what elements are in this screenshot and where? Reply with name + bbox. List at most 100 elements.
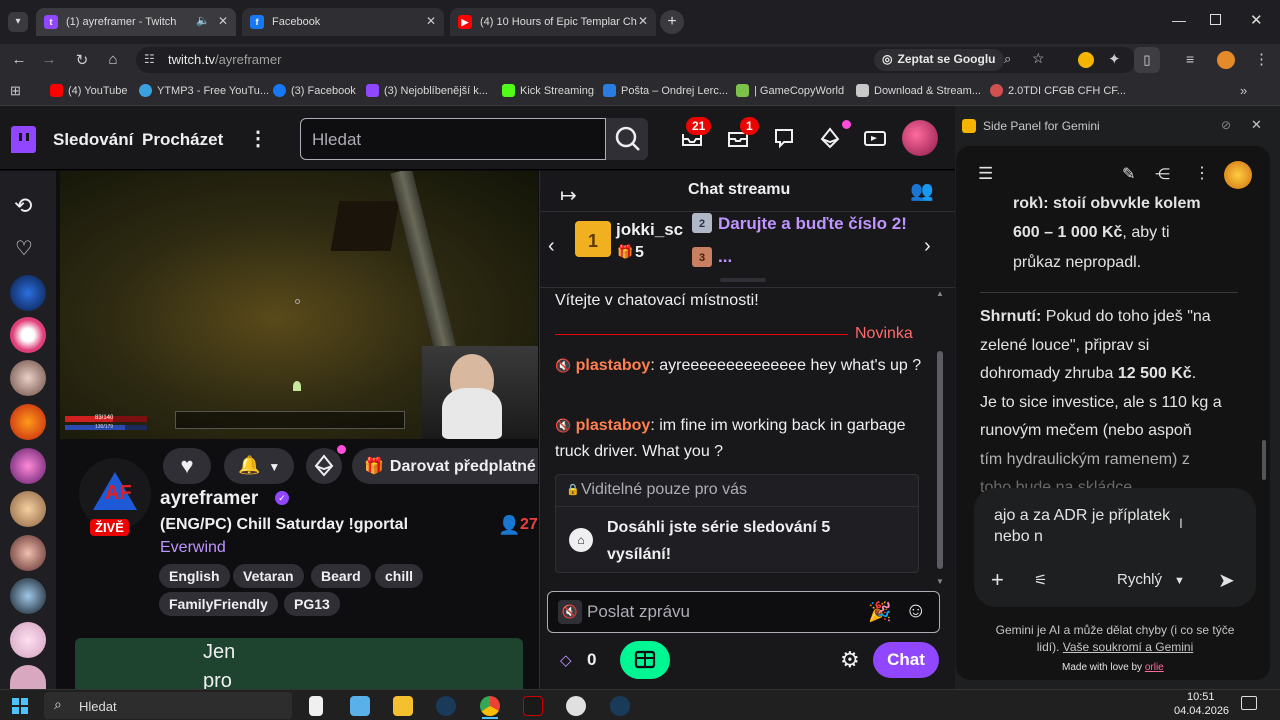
- windows-start-icon[interactable]: [12, 698, 28, 714]
- prime-loot-icon[interactable]: [862, 126, 888, 152]
- tag-pg13[interactable]: PG13: [284, 592, 340, 616]
- url-field[interactable]: ☷ twitch.tv/ayreframer ◎ Zeptat se Googlu…: [136, 47, 1136, 73]
- forward-icon[interactable]: →: [40, 51, 58, 68]
- file-icon[interactable]: [309, 696, 323, 716]
- gift-sub-button[interactable]: 🎁 Darovat předplatné: [352, 448, 538, 484]
- followed-channel-avatar[interactable]: [10, 317, 46, 353]
- side-panel-icon[interactable]: ▯: [1134, 47, 1160, 73]
- top-gifter-name[interactable]: jokki_sc: [616, 220, 683, 240]
- bookmark-mail[interactable]: Pošta – Ondrej Lerc...: [603, 84, 728, 97]
- notifications-button[interactable]: 🔔 ▼: [224, 448, 294, 484]
- tab-twitch[interactable]: t (1) ayreframer - Twitch 🔈 ✕: [36, 8, 236, 36]
- new-chat-icon[interactable]: ✎: [1122, 164, 1135, 184]
- gift-promo-text[interactable]: Darujte a buďte číslo 2!: [718, 214, 907, 234]
- search-button[interactable]: [606, 118, 648, 160]
- close-tab-icon[interactable]: ✕: [426, 14, 436, 28]
- add-attachment-icon[interactable]: +: [991, 567, 1004, 593]
- twitch-search-input[interactable]: Hledat: [300, 118, 606, 160]
- followed-channel-avatar[interactable]: [10, 535, 46, 571]
- channel-points-icon[interactable]: ◇: [560, 651, 572, 669]
- tag-beard[interactable]: Beard: [311, 564, 371, 588]
- prev-leaderboard-icon[interactable]: ‹: [548, 235, 555, 258]
- scroll-up-icon[interactable]: ▲: [936, 289, 944, 298]
- chat-username[interactable]: plastaboy: [576, 357, 651, 374]
- taskbar-search[interactable]: ⌕ Hledat: [44, 692, 292, 719]
- more-bookmarks-icon[interactable]: »: [1240, 83, 1247, 98]
- tag-english[interactable]: English: [159, 564, 230, 588]
- browser-menu-icon[interactable]: ⋮: [1254, 50, 1269, 68]
- followed-channel-avatar[interactable]: [10, 448, 46, 484]
- new-tab-button[interactable]: +: [660, 10, 684, 34]
- chat-send-button[interactable]: Chat: [873, 642, 939, 678]
- home-icon[interactable]: ⌂: [104, 51, 122, 68]
- followed-channel-avatar[interactable]: [10, 622, 46, 658]
- speaker-icon[interactable]: 🔈: [196, 14, 210, 27]
- extensions-puzzle-icon[interactable]: ✦: [1108, 50, 1121, 68]
- send-icon[interactable]: ➤: [1218, 568, 1235, 593]
- site-info-icon[interactable]: ☷: [144, 52, 155, 66]
- whispers-icon[interactable]: [771, 126, 797, 152]
- following-heart-icon[interactable]: ♡: [15, 236, 33, 261]
- game-link[interactable]: Everwind: [160, 539, 226, 557]
- celebrate-icon[interactable]: 🎉: [868, 600, 892, 624]
- file-explorer-icon[interactable]: [393, 696, 413, 716]
- chrome-icon[interactable]: [480, 696, 500, 716]
- chat-scrollbar[interactable]: [937, 351, 943, 569]
- ask-google-button[interactable]: ◎ Zeptat se Googlu: [874, 49, 1004, 71]
- rewards-button[interactable]: [620, 641, 670, 679]
- bookmark-twitch[interactable]: (3) Nejoblíbenější k...: [366, 84, 488, 97]
- close-tab-icon[interactable]: ✕: [218, 14, 228, 28]
- muted-input-icon[interactable]: 🔇: [558, 600, 582, 624]
- share-icon[interactable]: ⋲: [1155, 165, 1170, 183]
- followed-channel-avatar[interactable]: [10, 404, 46, 440]
- video-player[interactable]: 83/140 130/179: [60, 171, 538, 439]
- extension-icon[interactable]: [1078, 52, 1094, 68]
- followed-channel-avatar[interactable]: [10, 578, 46, 614]
- scroll-down-icon[interactable]: ▼: [936, 577, 944, 586]
- collapse-chat-icon[interactable]: ↦: [560, 183, 577, 208]
- bookmark-download[interactable]: Download & Stream...: [856, 84, 981, 97]
- gemini-menu-icon[interactable]: ☰: [978, 164, 993, 184]
- remote-desktop-icon[interactable]: [350, 696, 370, 716]
- next-leaderboard-icon[interactable]: ›: [924, 235, 931, 258]
- tag-chill[interactable]: chill: [375, 564, 424, 588]
- reload-icon[interactable]: ↻: [73, 51, 91, 69]
- bookmark-facebook[interactable]: (3) Facebook: [273, 84, 356, 97]
- twitch-logo-icon[interactable]: [11, 126, 36, 153]
- tab-facebook[interactable]: f Facebook ✕: [242, 8, 444, 36]
- nav-browse[interactable]: Procházet: [142, 130, 223, 150]
- model-selector[interactable]: Rychlý ▼: [1117, 571, 1185, 588]
- nav-following[interactable]: Sledování: [53, 130, 133, 150]
- bookmark-star-icon[interactable]: ☆: [1032, 50, 1045, 67]
- close-tab-icon[interactable]: ✕: [638, 14, 648, 28]
- chat-username[interactable]: plastaboy: [576, 417, 651, 434]
- chat-input[interactable]: 🔇 Poslat zprávu 🎉 ☺: [547, 591, 940, 633]
- back-icon[interactable]: ←: [10, 51, 28, 68]
- bookmark-youtube[interactable]: (4) YouTube: [50, 84, 128, 97]
- maximize-window-icon[interactable]: [1210, 14, 1221, 25]
- bookmark-tdi[interactable]: 2.0TDI CFGB CFH CF...: [990, 84, 1126, 97]
- community-icon[interactable]: 👥: [910, 179, 934, 203]
- steam-icon[interactable]: [436, 696, 456, 716]
- bits-cheer-button[interactable]: [306, 448, 342, 484]
- apps-grid-icon[interactable]: ⊞: [10, 83, 21, 99]
- collapse-rail-icon[interactable]: ⟲: [14, 193, 32, 219]
- followed-channel-avatar[interactable]: [10, 360, 46, 396]
- followed-channel-avatar[interactable]: [10, 665, 46, 689]
- steam-icon[interactable]: [610, 696, 630, 716]
- bookmark-gamecopyworld[interactable]: | GameCopyWorld: [736, 84, 844, 97]
- obs-icon[interactable]: [566, 696, 586, 716]
- chat-settings-icon[interactable]: ⚙: [840, 647, 860, 673]
- close-window-icon[interactable]: ✕: [1250, 11, 1263, 29]
- followed-channel-avatar[interactable]: [10, 491, 46, 527]
- gemini-more-icon[interactable]: ⋮: [1194, 163, 1210, 183]
- adobe-icon[interactable]: [523, 696, 543, 716]
- bits-icon[interactable]: [817, 126, 843, 152]
- pin-panel-icon[interactable]: ⊘: [1221, 118, 1231, 132]
- tools-icon[interactable]: ⚟: [1034, 571, 1047, 589]
- bookmark-ytmp3[interactable]: YTMP3 - Free YouTu...: [139, 84, 269, 97]
- channel-name[interactable]: ayreframer: [160, 488, 258, 510]
- followed-channel-avatar[interactable]: [10, 275, 46, 311]
- user-avatar[interactable]: [902, 120, 938, 156]
- emote-icon[interactable]: ☺: [905, 599, 926, 623]
